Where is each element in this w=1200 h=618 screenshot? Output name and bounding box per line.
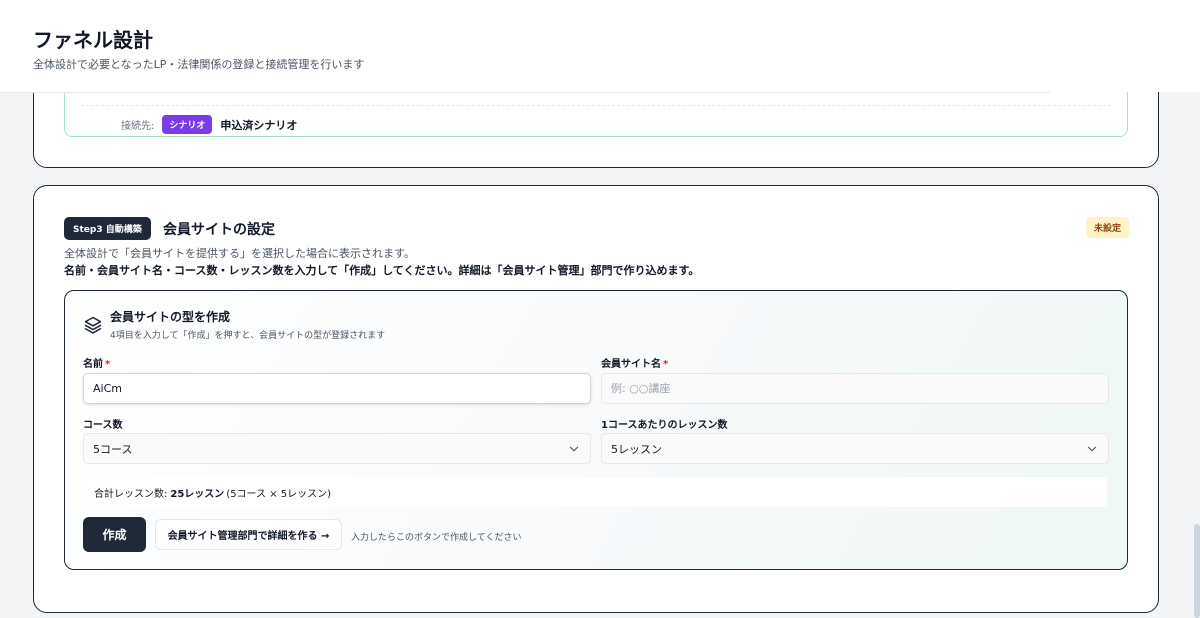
lessons-per-course-label: 1コースあたりのレッスン数 (601, 420, 728, 431)
course-count-select[interactable]: 5コース (83, 433, 591, 464)
site-name-input[interactable] (601, 373, 1109, 404)
layers-icon (84, 316, 102, 334)
course-count-label: コース数 (83, 420, 123, 431)
page-subtitle: 全体設計で必要となったLP・法律関係の登録と接続管理を行います (33, 58, 365, 71)
total-label: 合計レッスン数: (94, 488, 168, 500)
chevron-down-icon (1087, 446, 1097, 451)
status-badge: 未設定 (1085, 217, 1129, 238)
member-site-card: Step3 自動構築 会員サイトの設定 未設定 全体設計で「会員サイトを提供する… (33, 185, 1159, 613)
create-hint: 入力したらこのボタンで作成してください (351, 533, 522, 543)
total-breakdown: (5コース × 5レッスン) (226, 488, 332, 500)
required-mark: * (105, 359, 111, 370)
connection-label: 接続先: (121, 121, 155, 132)
description-text: 全体設計で「会員サイトを提供する」を選択した場合に表示されます。 (64, 247, 415, 260)
name-label: 名前 * (83, 359, 111, 370)
total-lessons-summary: 合計レッスン数: 25レッスン (5コース × 5レッスン) (83, 477, 1107, 507)
page-header: ファネル設計 全体設計で必要となったLP・法律関係の登録と接続管理を行います (0, 0, 1200, 92)
lessons-per-course-select[interactable]: 5レッスン (601, 433, 1109, 464)
member-site-form: 会員サイトの型を作成 4項目を入力して「作成」を押すと、会員サイトの型が登録され… (64, 290, 1128, 570)
site-name-label: 会員サイト名 * (601, 359, 669, 370)
step-badge: Step3 自動構築 (64, 217, 151, 240)
scenario-tag: シナリオ (162, 115, 213, 134)
total-value: 25レッスン (170, 488, 225, 500)
course-count-value: 5コース (93, 442, 133, 456)
create-button[interactable]: 作成 (83, 517, 146, 552)
instruction-text: 名前・会員サイト名・コース数・レッスン数を入力して「作成」してください。詳細は「… (64, 264, 700, 277)
name-input[interactable] (83, 373, 591, 404)
scrollbar-thumb[interactable] (1194, 524, 1200, 618)
form-subtitle: 4項目を入力して「作成」を押すと、会員サイトの型が登録されます (110, 331, 386, 341)
member-site-title: 会員サイトの設定 (163, 222, 275, 238)
member-site-detail-button[interactable]: 会員サイト管理部門で詳細を作る → (155, 519, 342, 550)
page-title: ファネル設計 (33, 28, 153, 52)
connection-value: 申込済シナリオ (220, 118, 298, 132)
form-title: 会員サイトの型を作成 (110, 310, 231, 324)
chevron-down-icon (569, 446, 579, 451)
connection-row: 接続先: シナリオ 申込済シナリオ (121, 115, 297, 134)
dotted-divider (81, 105, 1111, 106)
header-divider (0, 92, 1050, 93)
required-mark: * (663, 359, 669, 370)
lessons-per-course-value: 5レッスン (611, 442, 662, 456)
